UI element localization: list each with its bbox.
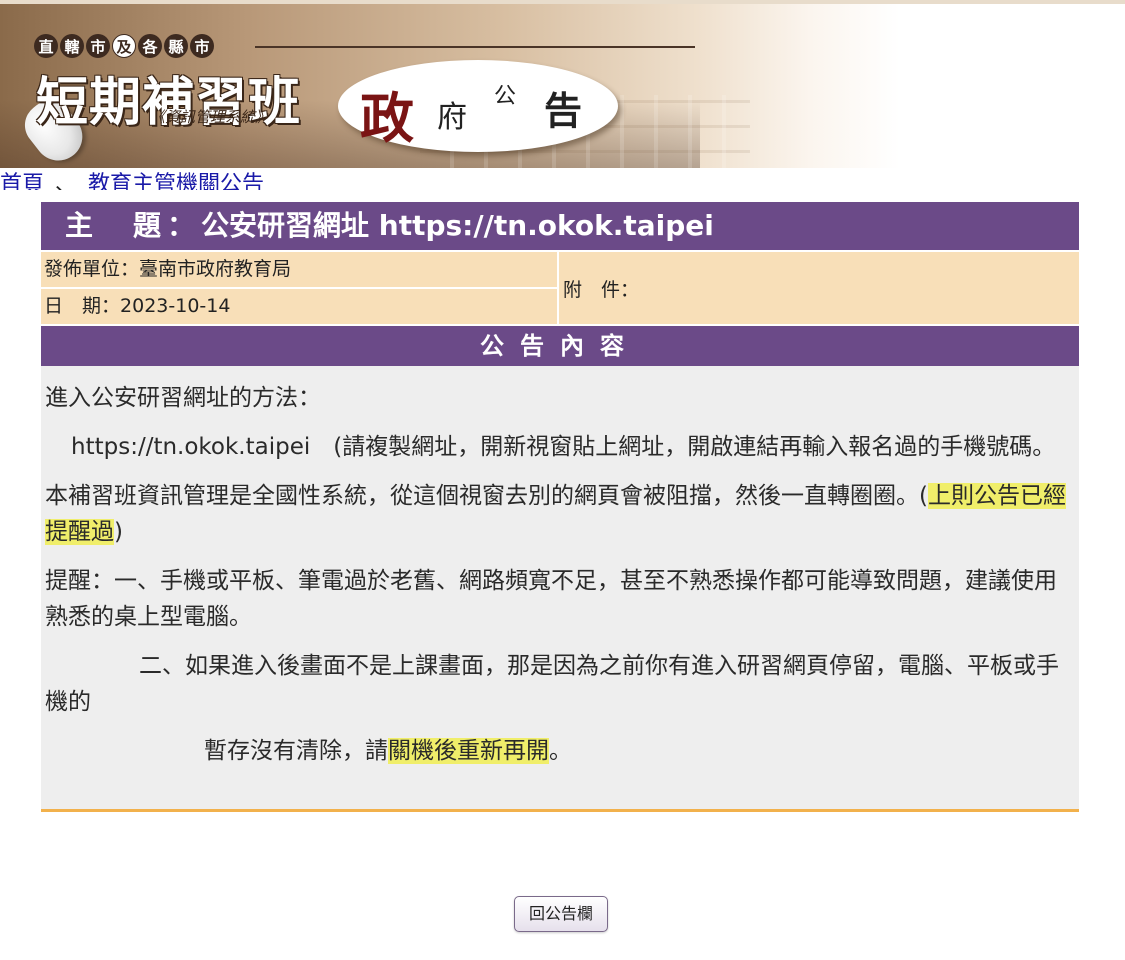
breadcrumb-section-link[interactable]: 教育主管機關公告 — [88, 168, 264, 190]
back-to-announcements-button[interactable]: 回公告欄 — [514, 896, 608, 932]
announcement-meta: 發佈單位：臺南市政府教育局 日 期：2023-10-14 附 件： — [41, 250, 1079, 326]
subtitle-char: 縣 — [164, 34, 188, 58]
subtitle-char: 直 — [34, 34, 58, 58]
attachment-label: 附 件： — [563, 278, 640, 301]
gov-badge-char: 告 — [544, 89, 583, 133]
breadcrumb-separator: 、 — [55, 172, 78, 190]
gov-badge-char: 政 — [360, 87, 414, 150]
meta-left: 發佈單位：臺南市政府教育局 日 期：2023-10-14 — [41, 252, 559, 324]
subtitle-char: 轄 — [60, 34, 84, 58]
site-banner: 直 轄 市 及 各 縣 市 短期補習班 《資訊管理系統》 政 府 公 告 — [0, 0, 1125, 168]
content-paragraph: 提醒：一、手機或平板、筆電過於老舊、網路頻寬不足，甚至不熟悉操作都可能導致問題，… — [45, 568, 1057, 630]
content-paragraph: 暫存沒有清除，請關機後重新再開。 — [45, 733, 1075, 769]
announcement-content: 進入公安研習網址的方法： https://tn.okok.taipei (請複製… — [41, 366, 1079, 812]
content-text: 。 — [549, 738, 572, 764]
announcement-panel: 主 題：公安研習網址 https://tn.okok.taipei 發佈單位：臺… — [41, 202, 1079, 812]
subtitle-char: 及 — [112, 34, 136, 58]
subject-bar: 主 題：公安研習網址 https://tn.okok.taipei — [41, 202, 1079, 250]
subtitle-char: 市 — [190, 34, 214, 58]
banner-divider — [255, 46, 695, 48]
banner-top-line — [0, 0, 1125, 4]
content-text: 本補習班資訊管理是全國性系統，從這個視窗去別的網頁會被阻擋，然後一直轉圈圈。( — [45, 483, 928, 509]
banner-subtitle: 直 轄 市 及 各 縣 市 — [34, 34, 214, 58]
publisher-row: 發佈單位：臺南市政府教育局 — [41, 252, 557, 287]
publisher-value: 臺南市政府教育局 — [139, 258, 292, 280]
subject-label: 主 題： — [65, 209, 202, 242]
subtitle-char: 市 — [86, 34, 110, 58]
content-paragraph: 本補習班資訊管理是全國性系統，從這個視窗去別的網頁會被阻擋，然後一直轉圈圈。(上… — [45, 478, 1075, 550]
content-paragraph: https://tn.okok.taipei (請複製網址，開新視窗貼上網址，開… — [45, 429, 1075, 465]
breadcrumb: 首頁 、 教育主管機關公告 — [0, 168, 600, 190]
gov-badge-char: 府 — [437, 100, 467, 135]
banner-system-name: 《資訊管理系統》 — [150, 108, 271, 126]
subtitle-char: 各 — [138, 34, 162, 58]
date-row: 日 期：2023-10-14 — [41, 287, 557, 324]
content-text: 暫存沒有清除，請 — [204, 738, 388, 764]
content-text: 二、如果進入後畫面不是上課畫面，那是因為之前你有進入研習網頁停留，電腦、平板或手… — [45, 653, 1059, 715]
content-header: 公告內容 — [41, 326, 1079, 366]
content-paragraph: 進入公安研習網址的方法： — [45, 385, 321, 411]
content-text: ) — [114, 519, 123, 545]
breadcrumb-home-link[interactable]: 首頁 — [0, 168, 44, 190]
date-label: 日 期： — [44, 295, 121, 317]
publisher-label: 發佈單位： — [44, 258, 140, 280]
attachment-cell: 附 件： — [559, 252, 1079, 324]
content-paragraph: 二、如果進入後畫面不是上課畫面，那是因為之前你有進入研習網頁停留，電腦、平板或手… — [45, 648, 1075, 720]
subject-text: 公安研習網址 https://tn.okok.taipei — [201, 209, 714, 242]
gov-badge-char: 公 — [494, 84, 517, 109]
content-url-text: https://tn.okok.taipei (請複製網址，開新視窗貼上網址，開… — [71, 434, 1056, 460]
highlighted-text: 關機後重新再開 — [388, 738, 549, 764]
date-value: 2023-10-14 — [120, 295, 231, 317]
